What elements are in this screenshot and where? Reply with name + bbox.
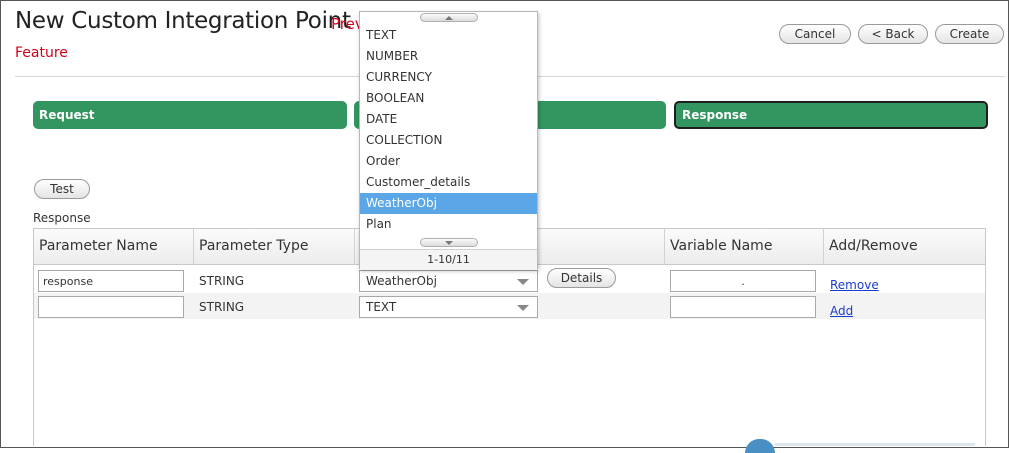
feature-label: Feature <box>15 45 68 61</box>
header-variable-name: Variable Name <box>670 238 773 254</box>
back-button[interactable]: < Back <box>858 24 928 44</box>
column-divider <box>354 229 355 265</box>
data-type-select[interactable]: WeatherObj <box>359 270 538 292</box>
scroll-up-button[interactable] <box>420 13 478 22</box>
parameter-name-input[interactable]: response <box>38 270 184 292</box>
add-link[interactable]: Add <box>830 304 853 318</box>
dropdown-option-weatherobj[interactable]: WeatherObj <box>360 193 537 214</box>
column-divider <box>664 229 665 265</box>
response-section-label: Response <box>33 211 91 225</box>
parameter-name-input[interactable] <box>38 296 184 318</box>
step-response[interactable]: Response <box>674 101 988 129</box>
dropdown-option-currency[interactable]: CURRENCY <box>360 67 537 88</box>
details-button[interactable]: Details <box>547 268 616 288</box>
bottom-bar <box>775 443 975 446</box>
data-type-select-value: WeatherObj <box>366 274 437 288</box>
chevron-down-icon[interactable] <box>517 305 529 311</box>
create-button[interactable]: Create <box>935 24 1004 44</box>
dropdown-option-customer-details[interactable]: Customer_details <box>360 172 537 193</box>
parameter-type-value: STRING <box>199 274 245 288</box>
dropdown-list: TEXT NUMBER CURRENCY BOOLEAN DATE COLLEC… <box>360 25 537 235</box>
chevron-up-icon <box>445 16 453 20</box>
data-type-dropdown[interactable]: TEXT NUMBER CURRENCY BOOLEAN DATE COLLEC… <box>359 11 538 270</box>
dropdown-option-plan[interactable]: Plan <box>360 214 537 235</box>
remove-link[interactable]: Remove <box>830 278 879 292</box>
header-parameter-type: Parameter Type <box>199 238 309 254</box>
data-type-select-value: TEXT <box>366 300 397 314</box>
dropdown-option-date[interactable]: DATE <box>360 109 537 130</box>
column-divider <box>823 229 824 265</box>
scroll-down-button[interactable] <box>420 238 478 247</box>
chevron-down-icon <box>445 241 453 245</box>
header-add-remove: Add/Remove <box>829 238 918 254</box>
variable-name-input[interactable]: . <box>670 270 816 292</box>
header-parameter-name: Parameter Name <box>39 238 158 254</box>
dropdown-pager: 1-10/11 <box>360 249 537 270</box>
step-request[interactable]: Request <box>33 101 347 129</box>
dropdown-option-order[interactable]: Order <box>360 151 537 172</box>
chevron-down-icon[interactable] <box>517 279 529 285</box>
dropdown-option-boolean[interactable]: BOOLEAN <box>360 88 537 109</box>
dropdown-option-collection[interactable]: COLLECTION <box>360 130 537 151</box>
variable-name-input[interactable] <box>670 296 816 318</box>
page-title: New Custom Integration Point <box>15 8 351 34</box>
parameter-type-value: STRING <box>199 300 245 314</box>
dropdown-option-number[interactable]: NUMBER <box>360 46 537 67</box>
dropdown-option-text[interactable]: TEXT <box>360 25 537 46</box>
data-type-select[interactable]: TEXT <box>359 296 538 318</box>
cancel-button[interactable]: Cancel <box>779 24 851 44</box>
column-divider <box>193 229 194 265</box>
test-button[interactable]: Test <box>34 179 90 199</box>
